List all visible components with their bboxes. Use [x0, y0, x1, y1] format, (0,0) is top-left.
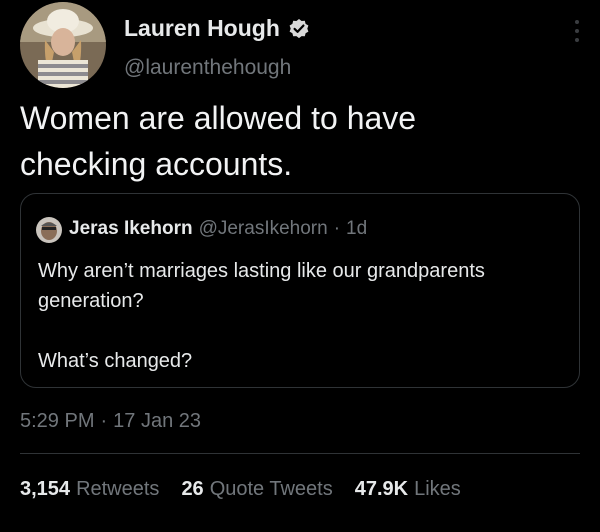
quote-text-line2: What’s changed?: [38, 350, 193, 372]
tweet-text: Women are allowed to have checking accou…: [20, 100, 417, 182]
tweet-timestamp[interactable]: 5:29 PM · 17 Jan 23: [20, 410, 201, 433]
retweets-label: Retweets: [76, 478, 160, 500]
quote-author-avatar[interactable]: [36, 217, 62, 243]
quote-separator: ·: [333, 218, 341, 239]
verified-badge-icon: [288, 18, 310, 40]
retweets-stat[interactable]: 3,154 Retweets: [20, 478, 159, 501]
quote-header: Jeras Ikehorn @JerasIkehorn · 1d: [69, 218, 367, 240]
tweet-date: 17 Jan 23: [113, 410, 202, 432]
timestamp-separator: ·: [100, 410, 108, 432]
retweets-count: 3,154: [20, 478, 71, 500]
more-vertical-icon[interactable]: [568, 17, 586, 45]
quote-author-name[interactable]: Jeras Ikehorn: [69, 218, 193, 240]
author-handle[interactable]: @laurenthehough: [124, 56, 291, 80]
likes-stat[interactable]: 47.9K Likes: [355, 478, 461, 501]
author-avatar-image: [20, 2, 106, 88]
author-name-text: Lauren Hough: [124, 15, 280, 41]
quote-text: Why aren’t marriages lasting like our gr…: [38, 256, 568, 376]
quote-author-handle[interactable]: @JerasIkehorn: [199, 218, 328, 240]
divider: [20, 453, 580, 454]
tweet-stats: 3,154 Retweets 26 Quote Tweets 47.9K Lik…: [20, 478, 461, 501]
quote-author-avatar-image: [36, 217, 62, 243]
tweet-time: 5:29 PM: [20, 410, 95, 432]
likes-label: Likes: [414, 478, 461, 500]
quoted-tweet[interactable]: Jeras Ikehorn @JerasIkehorn · 1d Why are…: [20, 193, 580, 388]
quote-tweets-label: Quote Tweets: [209, 478, 333, 500]
quote-age: 1d: [346, 218, 368, 239]
author-name[interactable]: Lauren Hough: [124, 15, 310, 42]
quote-tweets-stat[interactable]: 26 Quote Tweets: [181, 478, 332, 501]
likes-count: 47.9K: [354, 478, 409, 500]
quote-tweets-count: 26: [181, 478, 204, 500]
tweet: Lauren Hough @laurenthehough Women are a…: [0, 0, 600, 532]
quote-text-line1: Why aren’t marriages lasting like our gr…: [38, 260, 485, 312]
author-avatar[interactable]: [20, 2, 106, 88]
